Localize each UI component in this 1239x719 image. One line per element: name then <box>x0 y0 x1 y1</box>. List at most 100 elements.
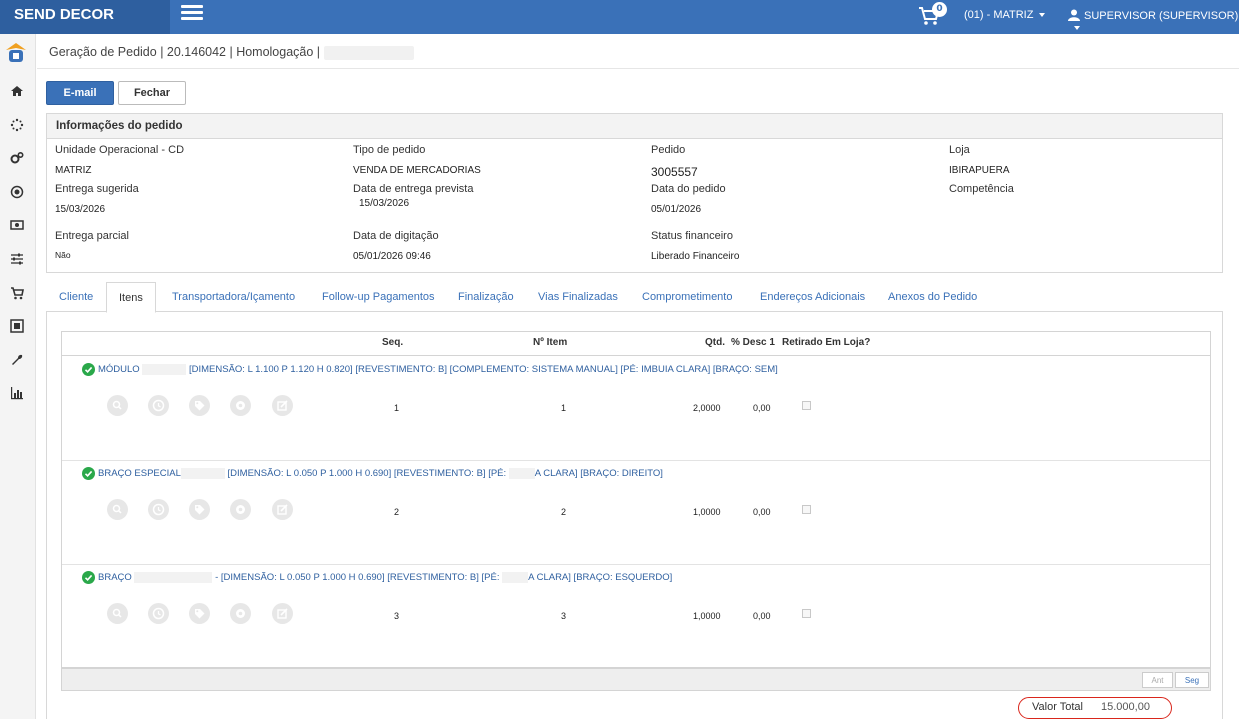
tab-bar: Cliente Itens Transportadora/Içamento Fo… <box>46 282 1223 313</box>
table-row: BRAÇO - [DIMENSÃO: L 0.050 P 1.000 H 0.6… <box>62 565 1210 669</box>
header-seq: Seq. <box>382 337 404 348</box>
item-spec-tail: A CLARA] [BRAÇO: ESQUERDO] <box>528 572 673 584</box>
redacted-text <box>502 572 529 583</box>
edit-icon[interactable] <box>272 603 293 624</box>
header-item: Nº Item <box>533 337 568 348</box>
header-pickup: Retirado Em Loja? <box>782 337 871 348</box>
tag-icon[interactable] <box>189 603 210 624</box>
tab-enderecos-adicionais[interactable]: Endereços Adicionais <box>760 282 865 312</box>
logo-icon[interactable] <box>5 42 27 64</box>
sidebar <box>0 34 36 719</box>
items-grid: Seq. Nº Item Qtd. % Desc 1 Retirado Em L… <box>61 331 1211 668</box>
check-circle-icon <box>82 467 95 480</box>
check-circle-icon <box>82 571 95 584</box>
gear-icon[interactable] <box>230 499 251 520</box>
home-icon[interactable] <box>10 84 24 98</box>
tab-transportadora[interactable]: Transportadora/Içamento <box>172 282 295 312</box>
field-value: Não <box>55 250 71 260</box>
header-qty: Qtd. <box>705 337 725 348</box>
field-label: Data de digitação <box>353 230 439 242</box>
user-menu-label: SUPERVISOR (SUPERVISOR) <box>1084 10 1239 22</box>
sliders-icon[interactable] <box>10 252 24 266</box>
search-icon[interactable] <box>107 499 128 520</box>
edit-icon[interactable] <box>272 499 293 520</box>
tab-vias-finalizadas[interactable]: Vias Finalizadas <box>538 282 618 312</box>
cell-qty: 2,0000 <box>693 403 721 413</box>
gear-icon[interactable] <box>230 603 251 624</box>
menu-icon[interactable] <box>181 5 203 23</box>
tag-icon[interactable] <box>189 499 210 520</box>
user-menu[interactable]: SUPERVISOR (SUPERVISOR) <box>1068 9 1239 34</box>
history-icon[interactable] <box>148 603 169 624</box>
panel-title: Informações do pedido <box>47 114 1222 139</box>
item-name: BRAÇO <box>98 572 132 584</box>
wrench-icon[interactable] <box>10 353 24 367</box>
table-row: MÓDULO [DIMENSÃO: L 1.100 P 1.120 H 0.82… <box>62 357 1210 461</box>
tab-itens[interactable]: Itens <box>106 282 156 313</box>
cart-count-badge: 0 <box>932 2 947 17</box>
cell-desc: 0,00 <box>753 611 771 621</box>
item-spec: [DIMENSÃO: L 0.050 P 1.000 H 0.690] [REV… <box>227 468 507 480</box>
search-icon[interactable] <box>107 603 128 624</box>
field-label: Tipo de pedido <box>353 144 426 156</box>
items-tab-panel: Seq. Nº Item Qtd. % Desc 1 Retirado Em L… <box>46 312 1223 719</box>
field-value: IBIRAPUERA <box>949 165 1010 176</box>
tab-cliente[interactable]: Cliente <box>59 282 93 312</box>
field-value: Liberado Financeiro <box>651 251 740 262</box>
pickup-checkbox[interactable] <box>802 505 811 514</box>
store-selector[interactable]: (01) - MATRIZ <box>964 9 1046 21</box>
redacted-text <box>134 572 213 583</box>
table-row: BRAÇO ESPECIAL [DIMENSÃO: L 0.050 P 1.00… <box>62 461 1210 565</box>
email-button[interactable]: E-mail <box>46 81 114 105</box>
cell-seq: 3 <box>394 611 400 621</box>
image-icon[interactable] <box>10 319 24 333</box>
field-label: Entrega parcial <box>55 230 129 242</box>
cell-item: 1 <box>561 403 567 413</box>
cart-icon[interactable] <box>10 286 24 300</box>
gear-icon[interactable] <box>230 395 251 416</box>
field-label: Status financeiro <box>651 230 733 242</box>
spinner-icon[interactable] <box>10 118 24 132</box>
close-button[interactable]: Fechar <box>118 81 186 105</box>
bar-chart-icon[interactable] <box>10 386 24 400</box>
tab-anexos-do-pedido[interactable]: Anexos do Pedido <box>888 282 977 312</box>
caret-down-icon <box>1039 13 1046 18</box>
cell-desc: 0,00 <box>753 507 771 517</box>
breadcrumb: Geração de Pedido | 20.146042 | Homologa… <box>49 45 415 60</box>
redacted-text <box>180 468 225 479</box>
item-spec: - [DIMENSÃO: L 0.050 P 1.000 H 0.690] [R… <box>215 572 500 584</box>
cogs-icon[interactable] <box>10 151 24 165</box>
tab-follow-up-pagamentos[interactable]: Follow-up Pagamentos <box>322 282 435 312</box>
total-value: 15.000,00 <box>1101 701 1150 713</box>
tag-icon[interactable] <box>189 395 210 416</box>
tab-finalizacao[interactable]: Finalização <box>458 282 514 312</box>
item-spec-tail: A CLARA] [BRAÇO: DIREITO] <box>534 468 663 480</box>
pickup-checkbox[interactable] <box>802 609 811 618</box>
cell-item: 2 <box>561 507 567 517</box>
field-label: Data do pedido <box>651 183 726 195</box>
cell-item: 3 <box>561 611 567 621</box>
edit-icon[interactable] <box>272 395 293 416</box>
search-icon[interactable] <box>107 395 128 416</box>
cell-seq: 2 <box>394 507 400 517</box>
brand-logo[interactable]: SEND DECOR <box>0 0 170 34</box>
item-description[interactable]: MÓDULO [DIMENSÃO: L 1.100 P 1.120 H 0.82… <box>98 364 778 375</box>
item-description[interactable]: BRAÇO - [DIMENSÃO: L 0.050 P 1.000 H 0.6… <box>98 572 672 583</box>
history-icon[interactable] <box>148 499 169 520</box>
pickup-checkbox[interactable] <box>802 401 811 410</box>
money-icon[interactable] <box>10 218 24 232</box>
pager-prev-button[interactable]: Ant <box>1142 672 1173 688</box>
field-value: VENDA DE MERCADORIAS <box>353 165 481 176</box>
pager-next-button[interactable]: Seg <box>1175 672 1209 688</box>
field-value: MATRIZ <box>55 165 92 176</box>
check-circle-icon <box>82 363 95 376</box>
field-value: 05/01/2026 <box>651 204 702 215</box>
total-label: Valor Total <box>1032 701 1083 713</box>
target-icon[interactable] <box>10 185 24 199</box>
tab-comprometimento[interactable]: Comprometimento <box>642 282 732 312</box>
user-icon <box>1068 9 1080 21</box>
top-navbar: SEND DECOR 0 (01) - MATRIZ SUPERVISOR (S… <box>0 0 1239 34</box>
item-description[interactable]: BRAÇO ESPECIAL [DIMENSÃO: L 0.050 P 1.00… <box>98 468 663 479</box>
cell-desc: 0,00 <box>753 403 771 413</box>
history-icon[interactable] <box>148 395 169 416</box>
